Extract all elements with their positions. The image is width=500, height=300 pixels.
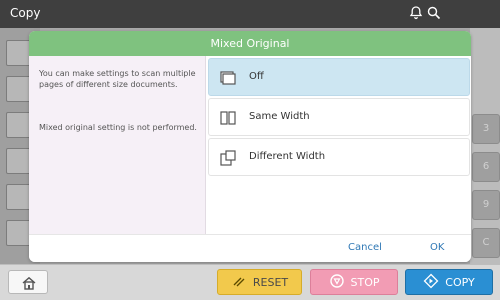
dialog-footer: Cancel OK [29,234,471,262]
search-icon[interactable] [426,5,442,21]
keypad-rail: 3 6 9 C [470,28,500,264]
stop-label: STOP [350,275,380,289]
dialog-status: Mixed original setting is not performed. [39,123,197,132]
different-width-icon [219,149,237,167]
bottom-bar: RESET STOP COPY [0,264,500,300]
copy-label: COPY [445,275,475,289]
option-label: Same Width [249,111,310,122]
cancel-button[interactable]: Cancel [348,242,382,253]
keypad-key: 9 [472,190,500,220]
ok-button[interactable]: OK [430,242,444,253]
home-icon [21,275,37,295]
reset-icon [231,273,247,292]
copy-icon [423,273,439,292]
keypad-key: C [472,228,500,258]
app-header: Copy [0,0,500,28]
stop-button[interactable]: STOP [310,269,398,295]
option-label: Off [249,71,264,82]
stop-icon [329,273,345,292]
home-button[interactable] [8,270,48,294]
reset-label: RESET [252,275,289,289]
keypad-key: 6 [472,152,500,182]
option-different-width[interactable]: Different Width [208,138,470,176]
bell-icon[interactable] [408,5,424,21]
reset-button[interactable]: RESET [217,269,302,295]
option-same-width[interactable]: Same Width [208,98,470,136]
option-off[interactable]: Off [208,58,470,96]
app-title: Copy [10,6,41,20]
copy-button[interactable]: COPY [405,269,493,295]
same-width-icon [219,109,237,127]
keypad-key: 3 [472,114,500,144]
option-label: Different Width [249,151,326,162]
dialog-title: Mixed Original [29,31,471,56]
dialog-description: You can make settings to scan multiple p… [39,69,196,89]
mixed-original-dialog: Mixed Original You can make settings to … [29,31,471,262]
single-page-icon [219,69,237,87]
options-list: Off Same Width Different Width [206,56,471,234]
dialog-info-panel: You can make settings to scan multiple p… [29,56,206,234]
